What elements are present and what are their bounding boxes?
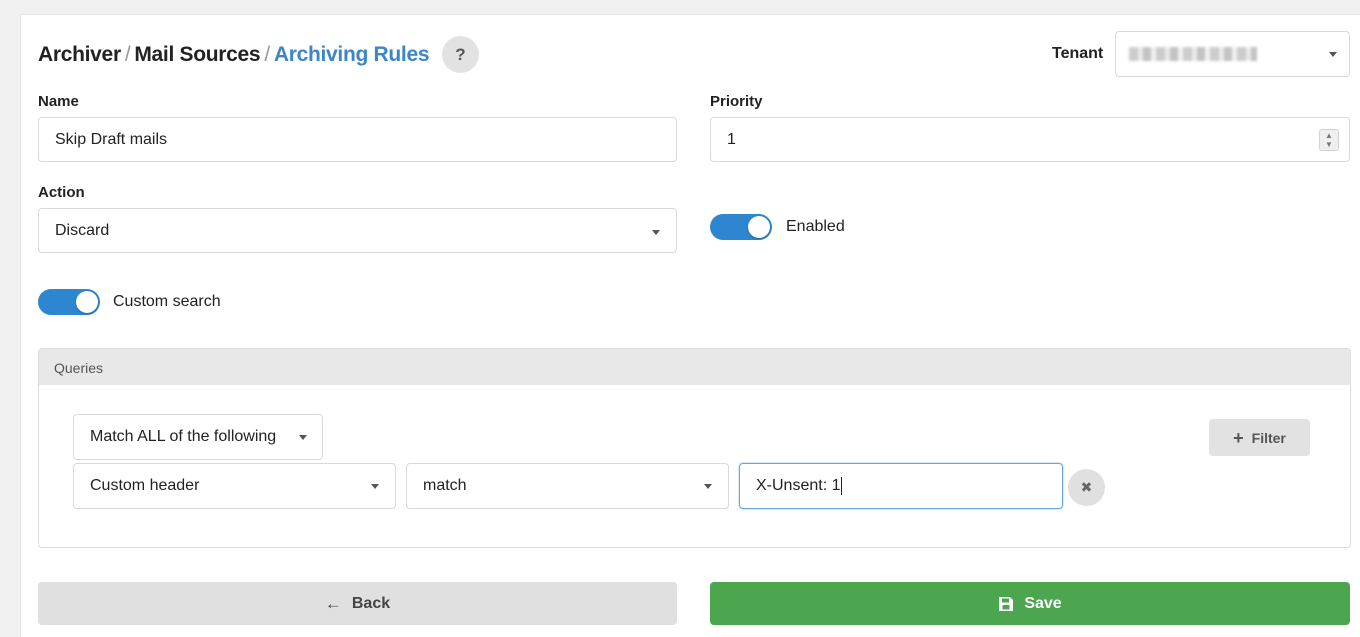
breadcrumb-separator: /	[124, 43, 131, 66]
toggle-knob	[748, 216, 770, 238]
rule-value-input[interactable]: X-Unsent: 1	[739, 463, 1063, 509]
help-button[interactable]: ?	[442, 36, 479, 73]
enabled-toggle[interactable]	[710, 214, 772, 240]
plus-icon: +	[1233, 427, 1244, 448]
custom-search-label: Custom search	[113, 293, 221, 310]
floppy-disk-icon	[999, 596, 1014, 611]
priority-input[interactable]: 1 ▲ ▼	[710, 117, 1350, 162]
action-select[interactable]: Discard	[38, 208, 677, 253]
rule-field-value: Custom header	[90, 477, 200, 494]
chevron-down-icon	[299, 435, 307, 440]
archiving-rule-card: Archiver / Mail Sources / Archiving Rules ? …	[20, 14, 1360, 637]
priority-input-value: 1	[727, 130, 736, 148]
tenant-label: Tenant	[1052, 45, 1104, 62]
remove-rule-button[interactable]: ✖	[1068, 469, 1105, 506]
breadcrumb-mail-sources[interactable]: Mail Sources	[134, 43, 260, 66]
add-filter-button[interactable]: + Filter	[1209, 419, 1310, 456]
tenant-select[interactable]	[1115, 31, 1350, 77]
chevron-down-icon	[704, 484, 712, 489]
rule-value-text: X-Unsent: 1	[756, 477, 841, 494]
arrow-left-icon: ←	[324, 593, 342, 613]
toggle-knob	[76, 291, 98, 313]
question-icon: ?	[455, 44, 466, 64]
chevron-down-icon	[1329, 52, 1337, 57]
breadcrumb-separator: /	[264, 43, 270, 66]
chevron-down-icon	[371, 484, 379, 489]
back-label: Back	[351, 594, 391, 612]
breadcrumb-archiving-rules: Archiving Rules	[273, 43, 430, 66]
name-input-value: Skip Draft mails	[55, 130, 168, 148]
queries-panel: Queries Match ALL of the following + Fil…	[38, 348, 1351, 548]
name-input[interactable]: Skip Draft mails	[38, 117, 677, 162]
name-label: Name	[38, 93, 79, 110]
text-cursor	[841, 477, 843, 495]
action-select-value: Discard	[55, 221, 110, 239]
tenant-value-redacted	[1129, 47, 1257, 61]
custom-search-toggle[interactable]	[38, 289, 100, 315]
close-icon: ✖	[1080, 479, 1093, 495]
queries-panel-header: Queries	[39, 349, 1350, 385]
priority-label: Priority	[710, 93, 763, 110]
breadcrumb-archiver[interactable]: Archiver	[38, 43, 121, 66]
back-button[interactable]: ← Back	[38, 582, 677, 625]
save-button[interactable]: Save	[710, 582, 1350, 625]
match-mode-select[interactable]: Match ALL of the following	[73, 414, 323, 460]
chevron-down-icon	[652, 230, 660, 235]
rule-operator-select[interactable]: match	[406, 463, 729, 509]
save-label: Save	[1024, 594, 1062, 612]
rule-operator-value: match	[423, 477, 467, 494]
breadcrumb: Archiver / Mail Sources / Archiving Rules	[38, 43, 430, 67]
number-stepper-icon[interactable]: ▲ ▼	[1319, 129, 1339, 151]
queries-title: Queries	[54, 360, 104, 376]
enabled-label: Enabled	[786, 218, 845, 235]
action-label: Action	[38, 184, 85, 201]
rule-field-select[interactable]: Custom header	[73, 463, 396, 509]
match-mode-value: Match ALL of the following	[90, 428, 277, 445]
add-filter-label: Filter	[1251, 429, 1286, 446]
